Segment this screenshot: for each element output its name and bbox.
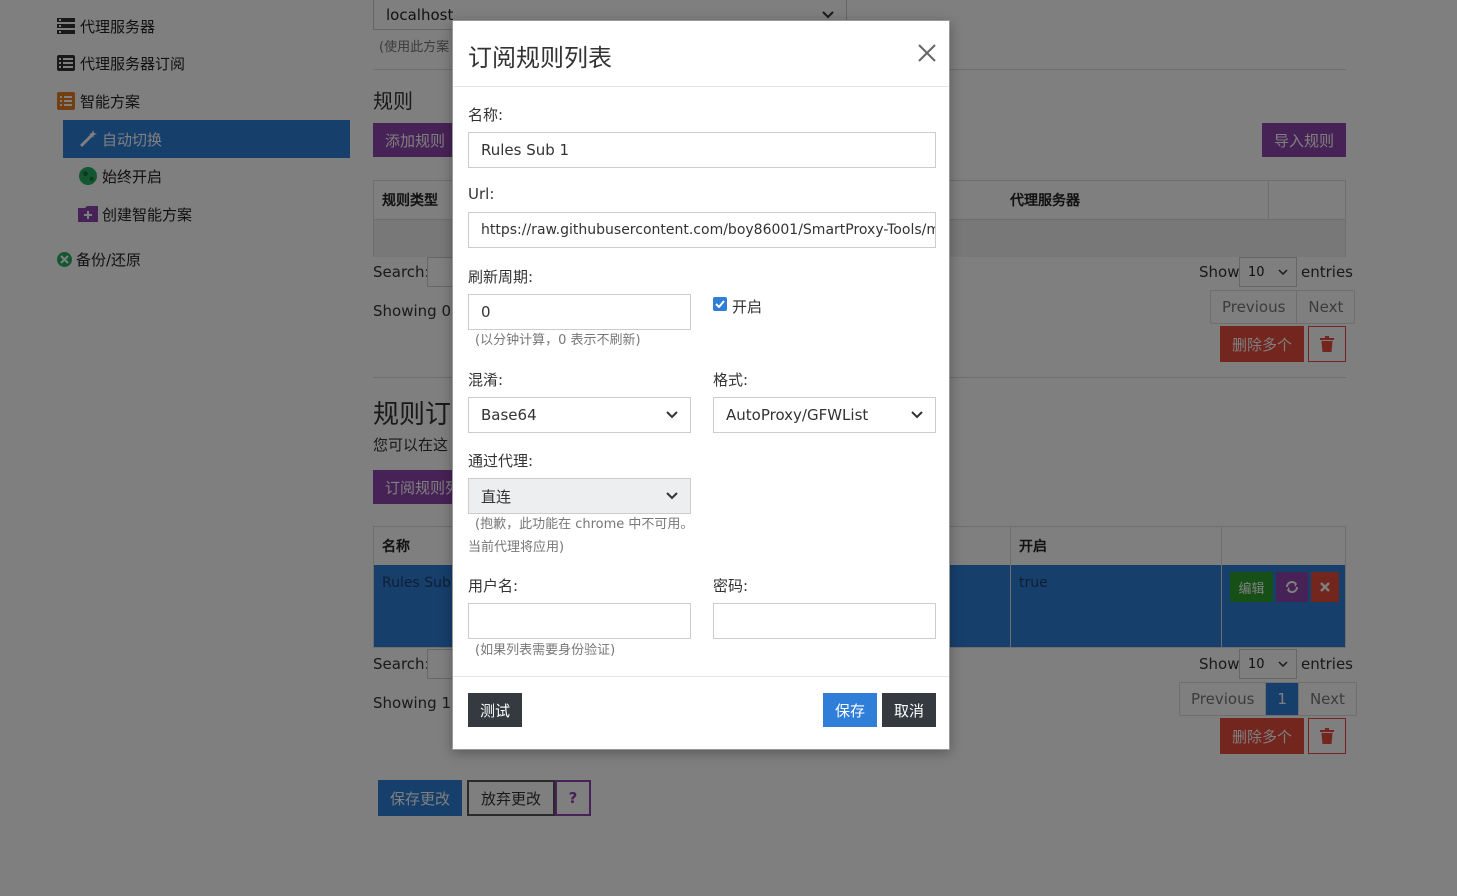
via-proxy-help: (抱歉，此功能在 chrome 中不可用。 (475, 517, 694, 532)
url-label: Url: (468, 185, 495, 203)
name-input[interactable]: Rules Sub 1 (468, 132, 936, 168)
chevron-down-icon (911, 411, 923, 419)
check-icon (715, 300, 725, 308)
close-icon (918, 44, 936, 62)
via-proxy-label: 通过代理: (468, 452, 534, 470)
chevron-down-icon (666, 411, 678, 419)
name-label: 名称: (468, 106, 504, 124)
url-input[interactable]: https://raw.githubusercontent.com/boy860… (468, 212, 936, 248)
via-proxy-select[interactable]: 直连 (468, 478, 691, 514)
test-button[interactable]: 测试 (468, 693, 523, 727)
obfuscation-label: 混淆: (468, 371, 504, 389)
modal-header: 订阅规则列表 (453, 21, 949, 87)
obfuscation-value: Base64 (481, 406, 537, 424)
via-proxy-value: 直连 (481, 487, 512, 506)
via-proxy-help-2: 当前代理将应用) (468, 540, 565, 555)
password-label: 密码: (713, 577, 749, 595)
username-input[interactable] (468, 603, 691, 639)
chevron-down-icon (666, 492, 678, 500)
auth-help: (如果列表需要身份验证) (475, 643, 616, 658)
obfuscation-select[interactable]: Base64 (468, 397, 691, 433)
enabled-checkbox[interactable] (713, 297, 727, 311)
modal-title: 订阅规则列表 (468, 44, 612, 72)
format-select[interactable]: AutoProxy/GFWList (713, 397, 936, 433)
password-input[interactable] (713, 603, 936, 639)
format-value: AutoProxy/GFWList (726, 406, 869, 424)
modal-footer-divider (453, 676, 949, 677)
cancel-button[interactable]: 取消 (882, 693, 937, 727)
enabled-label[interactable]: 开启 (732, 296, 762, 317)
subscription-modal: 订阅规则列表 名称: Rules Sub 1 Url: https://raw.… (452, 20, 950, 750)
refresh-interval-help: (以分钟计算，0 表示不刷新) (475, 333, 641, 348)
refresh-interval-label: 刷新周期: (468, 268, 534, 286)
close-button[interactable] (917, 43, 939, 65)
format-label: 格式: (713, 371, 749, 389)
save-button[interactable]: 保存 (823, 693, 878, 727)
refresh-interval-input[interactable]: 0 (468, 294, 691, 330)
username-label: 用户名: (468, 577, 519, 595)
